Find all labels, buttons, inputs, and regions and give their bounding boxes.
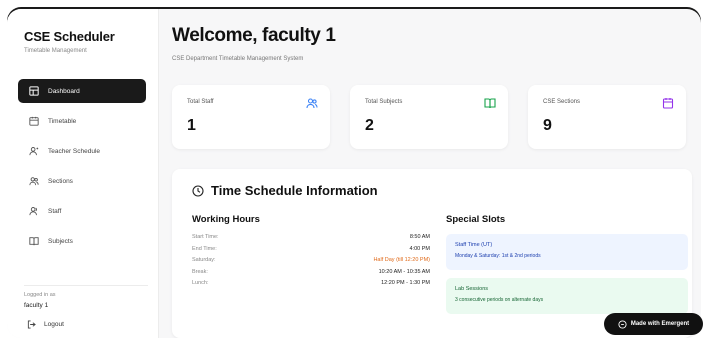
hours-key: Lunch:	[192, 280, 209, 286]
clock-icon	[192, 184, 204, 197]
sidebar-item-teacher-schedule[interactable]: Teacher Schedule	[18, 139, 146, 163]
main-content: Welcome, faculty 1 CSE Department Timeta…	[159, 9, 701, 338]
hours-key: Break:	[192, 268, 208, 275]
special-slot: Staff Time (UT) Monday & Saturday: 1st &…	[446, 234, 688, 270]
emergent-logo-icon	[618, 319, 627, 329]
section-title-text: Time Schedule Information	[211, 183, 378, 198]
sidebar-item-label: Teacher Schedule	[48, 147, 101, 155]
calendar-icon	[662, 96, 674, 109]
badge-label: Made with Emergent	[630, 321, 690, 327]
hours-key: Start Time:	[192, 234, 219, 240]
hours-value: 4:00 PM	[409, 245, 430, 252]
users-icon	[306, 96, 318, 109]
sidebar-item-sections[interactable]: Sections	[18, 169, 146, 193]
logout-icon	[27, 320, 36, 329]
made-with-badge[interactable]: Made with Emergent	[604, 313, 703, 335]
sidebar-item-label: Timetable	[48, 117, 77, 125]
hours-key: Saturday:	[192, 257, 216, 263]
sidebar-nav: Dashboard Timetable Teacher Schedule Sec…	[18, 79, 146, 259]
sidebar-item-dashboard[interactable]: Dashboard	[18, 79, 146, 103]
book-icon	[28, 235, 40, 247]
stat-value: 2	[365, 117, 374, 134]
brand: CSE Scheduler Timetable Management	[24, 29, 115, 54]
hours-row: End Time: 4:00 PM	[192, 246, 430, 258]
stat-label: Total Subjects	[365, 99, 403, 105]
logout-button[interactable]: Logout	[27, 320, 64, 329]
logout-label: Logout	[44, 321, 64, 328]
hours-value: 10:20 AM - 10:35 AM	[378, 268, 430, 275]
slot-title: Staff Time (UT)	[455, 242, 493, 248]
users-icon	[28, 175, 40, 187]
working-hours-title: Working Hours	[192, 214, 260, 225]
hours-row: Saturday: Half Day (till 12:20 PM)	[192, 257, 430, 269]
hours-value: 12:20 PM - 1:30 PM	[381, 280, 430, 286]
hours-value: Half Day (till 12:20 PM)	[373, 257, 430, 263]
special-slot: Lab Sessions 3 consecutive periods on al…	[446, 278, 688, 314]
slot-title: Lab Sessions	[455, 286, 489, 292]
user-icon	[28, 145, 40, 157]
special-slots-title: Special Slots	[446, 214, 506, 225]
stat-label: Total Staff	[187, 99, 214, 105]
hours-row: Start Time: 8:50 AM	[192, 234, 430, 246]
sidebar-item-timetable[interactable]: Timetable	[18, 109, 146, 133]
app-subtitle: Timetable Management	[24, 48, 87, 54]
section-title: Time Schedule Information	[192, 183, 378, 198]
calendar-icon	[28, 115, 40, 127]
hours-row: Break: 10:20 AM - 10:35 AM	[192, 269, 430, 281]
sidebar-item-label: Dashboard	[48, 87, 80, 95]
sidebar-item-label: Subjects	[48, 237, 73, 245]
sidebar-item-label: Staff	[48, 207, 62, 215]
hours-value: 8:50 AM	[409, 234, 430, 240]
app-title: CSE Scheduler	[24, 29, 115, 44]
sidebar-item-label: Sections	[48, 177, 73, 185]
sidebar-item-staff[interactable]: Staff	[18, 199, 146, 223]
slot-desc: Monday & Saturday: 1st & 2nd periods	[455, 253, 541, 259]
working-hours-list: Start Time: 8:50 AM End Time: 4:00 PM Sa…	[192, 234, 430, 292]
stat-card-subjects: Total Subjects 2	[350, 85, 508, 149]
page-subtitle: CSE Department Timetable Management Syst…	[172, 56, 304, 62]
stat-label: CSE Sections	[543, 99, 581, 105]
sidebar: CSE Scheduler Timetable Management Dashb…	[7, 9, 159, 338]
stat-card-staff: Total Staff 1	[172, 85, 330, 149]
user-label: Logged in as	[24, 292, 56, 298]
current-user: Logged in as faculty 1	[24, 285, 148, 309]
hours-key: End Time:	[192, 245, 217, 252]
stat-card-sections: CSE Sections 9	[528, 85, 686, 149]
user-group-icon	[28, 205, 40, 217]
grid-icon	[28, 85, 40, 97]
sidebar-item-subjects[interactable]: Subjects	[18, 229, 146, 253]
book-icon	[484, 96, 496, 109]
stat-value: 1	[187, 117, 196, 134]
page-title: Welcome, faculty 1	[172, 25, 336, 46]
app-window: CSE Scheduler Timetable Management Dashb…	[7, 9, 701, 338]
user-name: faculty 1	[24, 302, 49, 309]
stat-value: 9	[543, 117, 552, 134]
hours-row: Lunch: 12:20 PM - 1:30 PM	[192, 280, 430, 292]
slot-desc: 3 consecutive periods on alternate days	[455, 297, 544, 303]
